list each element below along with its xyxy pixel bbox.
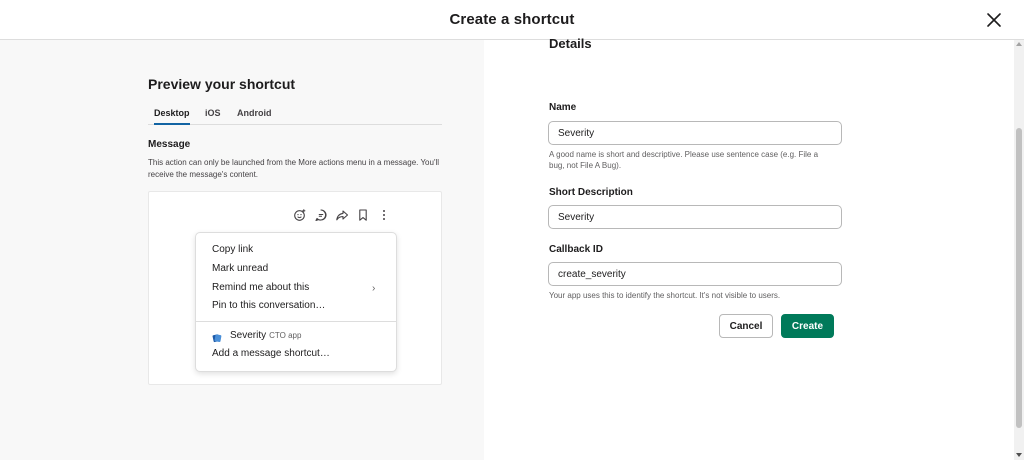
modal-title: Create a shortcut	[449, 11, 575, 28]
scroll-down-icon[interactable]	[1016, 453, 1022, 457]
menu-item-app-shortcut[interactable]: Severity CTO app	[230, 330, 301, 341]
app-shortcut-source: CTO app	[269, 331, 302, 340]
close-icon[interactable]	[984, 10, 1004, 30]
scrollbar[interactable]	[1014, 40, 1024, 460]
details-title: Details	[549, 36, 592, 51]
modal-header: Create a shortcut	[0, 0, 1024, 40]
preview-title: Preview your shortcut	[148, 76, 296, 92]
cancel-button[interactable]: Cancel	[719, 314, 773, 338]
menu-item-add-shortcut[interactable]: Add a message shortcut…	[212, 348, 330, 359]
menu-item-pin[interactable]: Pin to this conversation…	[212, 300, 325, 311]
message-preview: Copy link Mark unread Remind me about th…	[148, 191, 442, 385]
callback-id-input[interactable]	[548, 262, 842, 286]
reply-in-thread-icon[interactable]	[314, 208, 328, 222]
more-actions-menu: Copy link Mark unread Remind me about th…	[195, 232, 397, 372]
platform-tabs: Desktop iOS Android	[148, 106, 442, 125]
preview-pane: Preview your shortcut Desktop iOS Androi…	[0, 40, 484, 460]
menu-divider	[196, 321, 396, 322]
tab-android[interactable]: Android	[237, 108, 272, 123]
message-section-description: This action can only be launched from th…	[148, 158, 440, 179]
menu-item-remind-me[interactable]: Remind me about this	[212, 282, 309, 293]
scrollbar-thumb[interactable]	[1016, 128, 1022, 428]
app-shortcut-name: Severity	[230, 330, 267, 341]
chevron-right-icon: ›	[372, 283, 376, 294]
short-description-label: Short Description	[549, 187, 633, 198]
callback-id-hint: Your app uses this to identify the short…	[549, 291, 781, 300]
name-input[interactable]	[548, 121, 842, 145]
tab-ios[interactable]: iOS	[205, 108, 221, 123]
menu-item-mark-unread[interactable]: Mark unread	[212, 263, 268, 274]
short-description-input[interactable]	[548, 205, 842, 229]
scroll-up-icon[interactable]	[1016, 42, 1022, 46]
more-actions-icon[interactable]	[377, 208, 391, 222]
bookmark-icon[interactable]	[356, 208, 370, 222]
app-icon	[212, 330, 222, 343]
create-button[interactable]: Create	[781, 314, 834, 338]
add-reaction-icon[interactable]	[293, 208, 307, 222]
name-hint: A good name is short and descriptive. Pl…	[549, 150, 819, 170]
tab-desktop[interactable]: Desktop	[154, 108, 190, 125]
callback-id-label: Callback ID	[549, 244, 603, 255]
menu-item-copy-link[interactable]: Copy link	[212, 244, 253, 255]
name-label: Name	[549, 102, 577, 113]
share-message-icon[interactable]	[335, 208, 349, 222]
message-section-label: Message	[148, 139, 191, 150]
